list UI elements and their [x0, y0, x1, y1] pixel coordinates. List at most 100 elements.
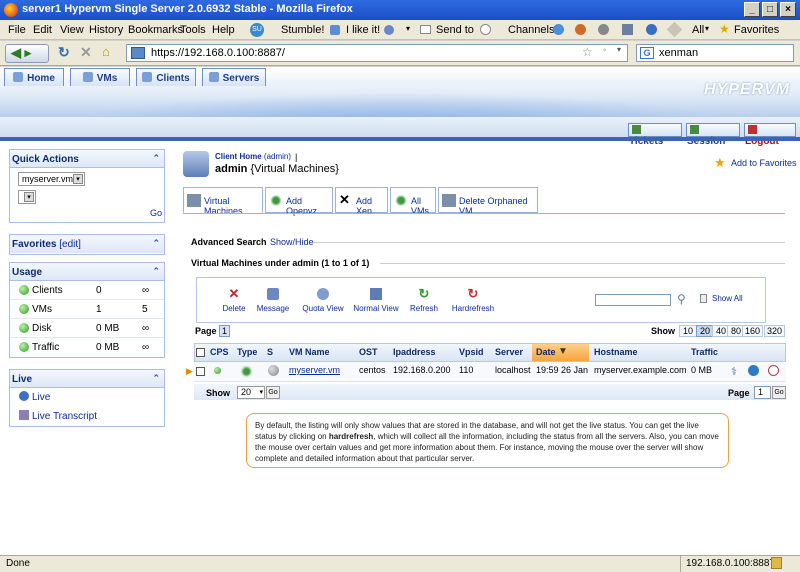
- graph-icon[interactable]: ⚕: [731, 365, 737, 378]
- home-icon[interactable]: ⌂: [102, 44, 110, 63]
- minimize-button[interactable]: _: [744, 2, 760, 17]
- thumbs-down-icon[interactable]: [384, 25, 394, 35]
- show-hide-link[interactable]: Show/Hide: [270, 237, 314, 247]
- normal-view-button[interactable]: Normal View: [353, 288, 399, 313]
- tab-clients[interactable]: Clients: [136, 68, 196, 86]
- tab-add-openvz[interactable]: Add Openvz: [265, 187, 333, 216]
- speech-bubble-icon[interactable]: [480, 24, 491, 35]
- search-text[interactable]: xenman: [659, 47, 698, 59]
- tab-home[interactable]: Home: [4, 68, 64, 86]
- menu-tools[interactable]: Tools: [180, 24, 206, 36]
- message-button[interactable]: Message: [255, 288, 291, 313]
- row-checkbox[interactable]: [196, 367, 205, 376]
- tag-icon[interactable]: [666, 21, 683, 38]
- page-number-input[interactable]: 1: [754, 386, 771, 399]
- refresh-button[interactable]: ↻ Refresh: [409, 287, 439, 313]
- col-hostname[interactable]: Hostname: [594, 343, 638, 362]
- live-item[interactable]: Live: [10, 388, 164, 407]
- page-size-select[interactable]: 20 ▾: [237, 386, 265, 399]
- menu-help[interactable]: Help: [212, 24, 235, 36]
- col-s[interactable]: S: [267, 343, 273, 362]
- col-ost[interactable]: OST: [359, 343, 378, 362]
- chevron-down-icon[interactable]: ▾: [406, 24, 410, 33]
- tab-delete-orphaned-vm[interactable]: Delete Orphaned VM: [438, 187, 538, 216]
- reboot-icon[interactable]: [768, 365, 779, 376]
- tab-tickets[interactable]: Tickets: [628, 123, 682, 147]
- go-link[interactable]: Go: [150, 208, 162, 218]
- chevron-down-icon[interactable]: ▾: [73, 174, 83, 184]
- page-number-button[interactable]: 1: [219, 325, 230, 337]
- fire-icon[interactable]: [575, 24, 586, 35]
- search-input[interactable]: G xenman: [636, 44, 794, 62]
- collapse-icon[interactable]: ⌃: [152, 266, 160, 277]
- live-link[interactable]: Live: [32, 392, 50, 403]
- globe-icon[interactable]: [553, 24, 564, 35]
- url-bar[interactable]: https://192.168.0.100:8887/ ☆ ◦ ▾: [126, 44, 628, 62]
- client-home-link[interactable]: Client Home (admin): [215, 152, 291, 161]
- close-button[interactable]: ×: [780, 2, 796, 17]
- send-to-button[interactable]: Send to: [436, 24, 474, 36]
- tab-virtual-machines[interactable]: Virtual Machines: [183, 187, 263, 216]
- favorites-button[interactable]: Favorites: [734, 24, 779, 36]
- col-vpsid[interactable]: Vpsid: [459, 343, 484, 362]
- back-forward-button[interactable]: ◀ ▸: [5, 44, 49, 63]
- reload-icon[interactable]: ↻: [58, 44, 70, 63]
- feed-icon[interactable]: ◦: [603, 45, 607, 56]
- tab-logout[interactable]: Logout: [744, 123, 796, 147]
- chevron-down-icon[interactable]: ▾: [617, 45, 621, 54]
- lock-icon[interactable]: [771, 557, 782, 569]
- stumble-button[interactable]: Stumble!: [281, 24, 324, 36]
- star-badge-icon[interactable]: [622, 24, 633, 35]
- stumbleupon-icon[interactable]: SU: [250, 23, 264, 37]
- col-date[interactable]: Date: [536, 343, 556, 362]
- live-transcript-link[interactable]: Live Transcript: [32, 411, 97, 422]
- tab-all-vms[interactable]: All VMs: [390, 187, 436, 216]
- tab-vms[interactable]: VMs: [70, 68, 130, 86]
- col-server[interactable]: Server: [495, 343, 523, 362]
- col-traffic[interactable]: Traffic: [691, 343, 718, 362]
- search-icon[interactable]: ⚲: [677, 292, 686, 306]
- collapse-icon[interactable]: ⌃: [152, 373, 160, 384]
- quota-view-button[interactable]: Quota View: [301, 288, 345, 313]
- col-cps[interactable]: CPS: [210, 343, 229, 362]
- col-type[interactable]: Type: [237, 343, 257, 362]
- menu-history[interactable]: History: [89, 24, 123, 36]
- action-select[interactable]: ▾: [18, 190, 36, 204]
- console-icon[interactable]: [748, 365, 759, 376]
- col-vm-name[interactable]: VM Name: [289, 343, 330, 362]
- favorites-edit-link[interactable]: [edit]: [59, 239, 81, 250]
- go-button[interactable]: Go: [772, 386, 786, 399]
- sphere-icon[interactable]: [646, 24, 657, 35]
- add-to-favorites-link[interactable]: Add to Favorites: [731, 158, 797, 168]
- client-home-text[interactable]: Client Home: [215, 152, 262, 161]
- tab-add-xen[interactable]: ✕ Add Xen: [335, 187, 388, 216]
- page-size-option[interactable]: 160: [742, 325, 763, 337]
- chevron-down-icon[interactable]: ▾: [24, 192, 34, 202]
- filter-input[interactable]: [595, 294, 671, 306]
- col-ipaddress[interactable]: Ipaddress: [393, 343, 436, 362]
- google-icon[interactable]: G: [640, 47, 654, 59]
- bookmark-star-icon[interactable]: ☆: [582, 45, 593, 59]
- menu-edit[interactable]: Edit: [33, 24, 52, 36]
- tab-session[interactable]: Session: [686, 123, 740, 147]
- url-text[interactable]: https://192.168.0.100:8887/: [151, 47, 285, 59]
- collapse-icon[interactable]: ⌃: [152, 238, 160, 249]
- delete-button[interactable]: ✕ Delete: [219, 287, 249, 313]
- camera-icon[interactable]: [598, 24, 609, 35]
- chevron-down-icon[interactable]: ▾: [705, 24, 709, 33]
- tab-servers[interactable]: Servers: [202, 68, 266, 86]
- menu-file[interactable]: File: [8, 24, 26, 36]
- sort-desc-icon[interactable]: ▼: [558, 343, 568, 362]
- ilike-button[interactable]: I like it!: [346, 24, 380, 36]
- live-item[interactable]: Live Transcript: [10, 407, 164, 426]
- go-button[interactable]: Go: [266, 386, 280, 399]
- menu-view[interactable]: View: [60, 24, 84, 36]
- menu-bookmarks[interactable]: Bookmarks: [128, 24, 183, 36]
- select-all-checkbox[interactable]: [196, 348, 205, 357]
- maximize-button[interactable]: □: [762, 2, 778, 17]
- chevron-down-icon[interactable]: ▾: [259, 388, 263, 396]
- vm-name-link[interactable]: myserver.vm: [289, 365, 340, 375]
- show-all-link[interactable]: Show All: [712, 294, 743, 303]
- all-button[interactable]: All: [692, 24, 704, 36]
- hardrefresh-button[interactable]: ↻ Hardrefresh: [451, 287, 495, 313]
